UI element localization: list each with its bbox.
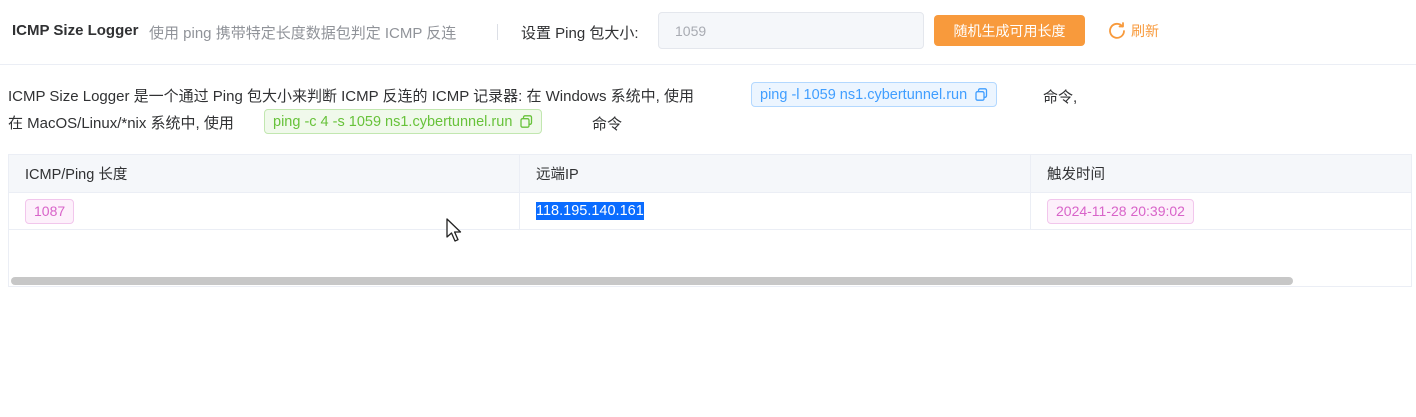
- app-title: ICMP Size Logger: [12, 22, 139, 39]
- column-header-length[interactable]: ICMP/Ping 长度: [9, 155, 520, 192]
- copy-icon[interactable]: [975, 88, 988, 101]
- windows-command-tag[interactable]: ping -l 1059 ns1.cybertunnel.run: [751, 82, 998, 107]
- remote-ip-text[interactable]: 118.195.140.161: [536, 202, 644, 220]
- ping-size-input[interactable]: [658, 12, 924, 49]
- length-cell: 1087: [9, 193, 520, 229]
- description-text-2: 在 MacOS/Linux/*nix 系统中, 使用: [8, 114, 234, 132]
- column-header-ip[interactable]: 远端IP: [520, 155, 1031, 192]
- table-header: ICMP/Ping 长度 远端IP 触发时间: [9, 155, 1411, 193]
- horizontal-scrollbar[interactable]: [11, 277, 1293, 285]
- table-row[interactable]: 1087 118.195.140.161 2024-11-28 20:39:02: [9, 193, 1411, 230]
- log-table: ICMP/Ping 长度 远端IP 触发时间 1087 118.195.140.…: [8, 154, 1412, 287]
- unix-command-text: ping -c 4 -s 1059 ns1.cybertunnel.run: [273, 113, 513, 130]
- header-divider: [497, 24, 498, 40]
- description-line-2: 在 MacOS/Linux/*nix 系统中, 使用: [8, 109, 234, 135]
- app-subtitle: 使用 ping 携带特定长度数据包判定 ICMP 反连: [149, 25, 457, 42]
- length-tag: 1087: [25, 198, 75, 224]
- unix-command-tag[interactable]: ping -c 4 -s 1059 ns1.cybertunnel.run: [264, 109, 543, 134]
- copy-icon[interactable]: [520, 115, 533, 128]
- refresh-label: 刷新: [1131, 23, 1159, 39]
- ping-size-label: 设置 Ping 包大小:: [521, 25, 639, 42]
- time-tag: 2024-11-28 20:39:02: [1047, 198, 1194, 224]
- app-header: ICMP Size Logger 使用 ping 携带特定长度数据包判定 ICM…: [0, 0, 1416, 65]
- mouse-pointer-icon: [446, 218, 464, 249]
- description-line-1: ICMP Size Logger 是一个通过 Ping 包大小来判断 ICMP …: [8, 82, 694, 108]
- time-cell: 2024-11-28 20:39:02: [1031, 193, 1411, 229]
- generate-length-button[interactable]: 随机生成可用长度: [934, 15, 1085, 46]
- description-text-1: ICMP Size Logger 是一个通过 Ping 包大小来判断 ICMP …: [8, 87, 694, 105]
- ip-cell: 118.195.140.161: [520, 193, 1031, 229]
- refresh-button[interactable]: 刷新: [1107, 19, 1159, 43]
- windows-command-text: ping -l 1059 ns1.cybertunnel.run: [760, 86, 968, 103]
- refresh-icon: [1107, 20, 1127, 43]
- description-suffix-1: 命令,: [1043, 89, 1078, 106]
- description-suffix-2: 命令: [592, 116, 623, 133]
- column-header-time[interactable]: 触发时间: [1031, 155, 1411, 192]
